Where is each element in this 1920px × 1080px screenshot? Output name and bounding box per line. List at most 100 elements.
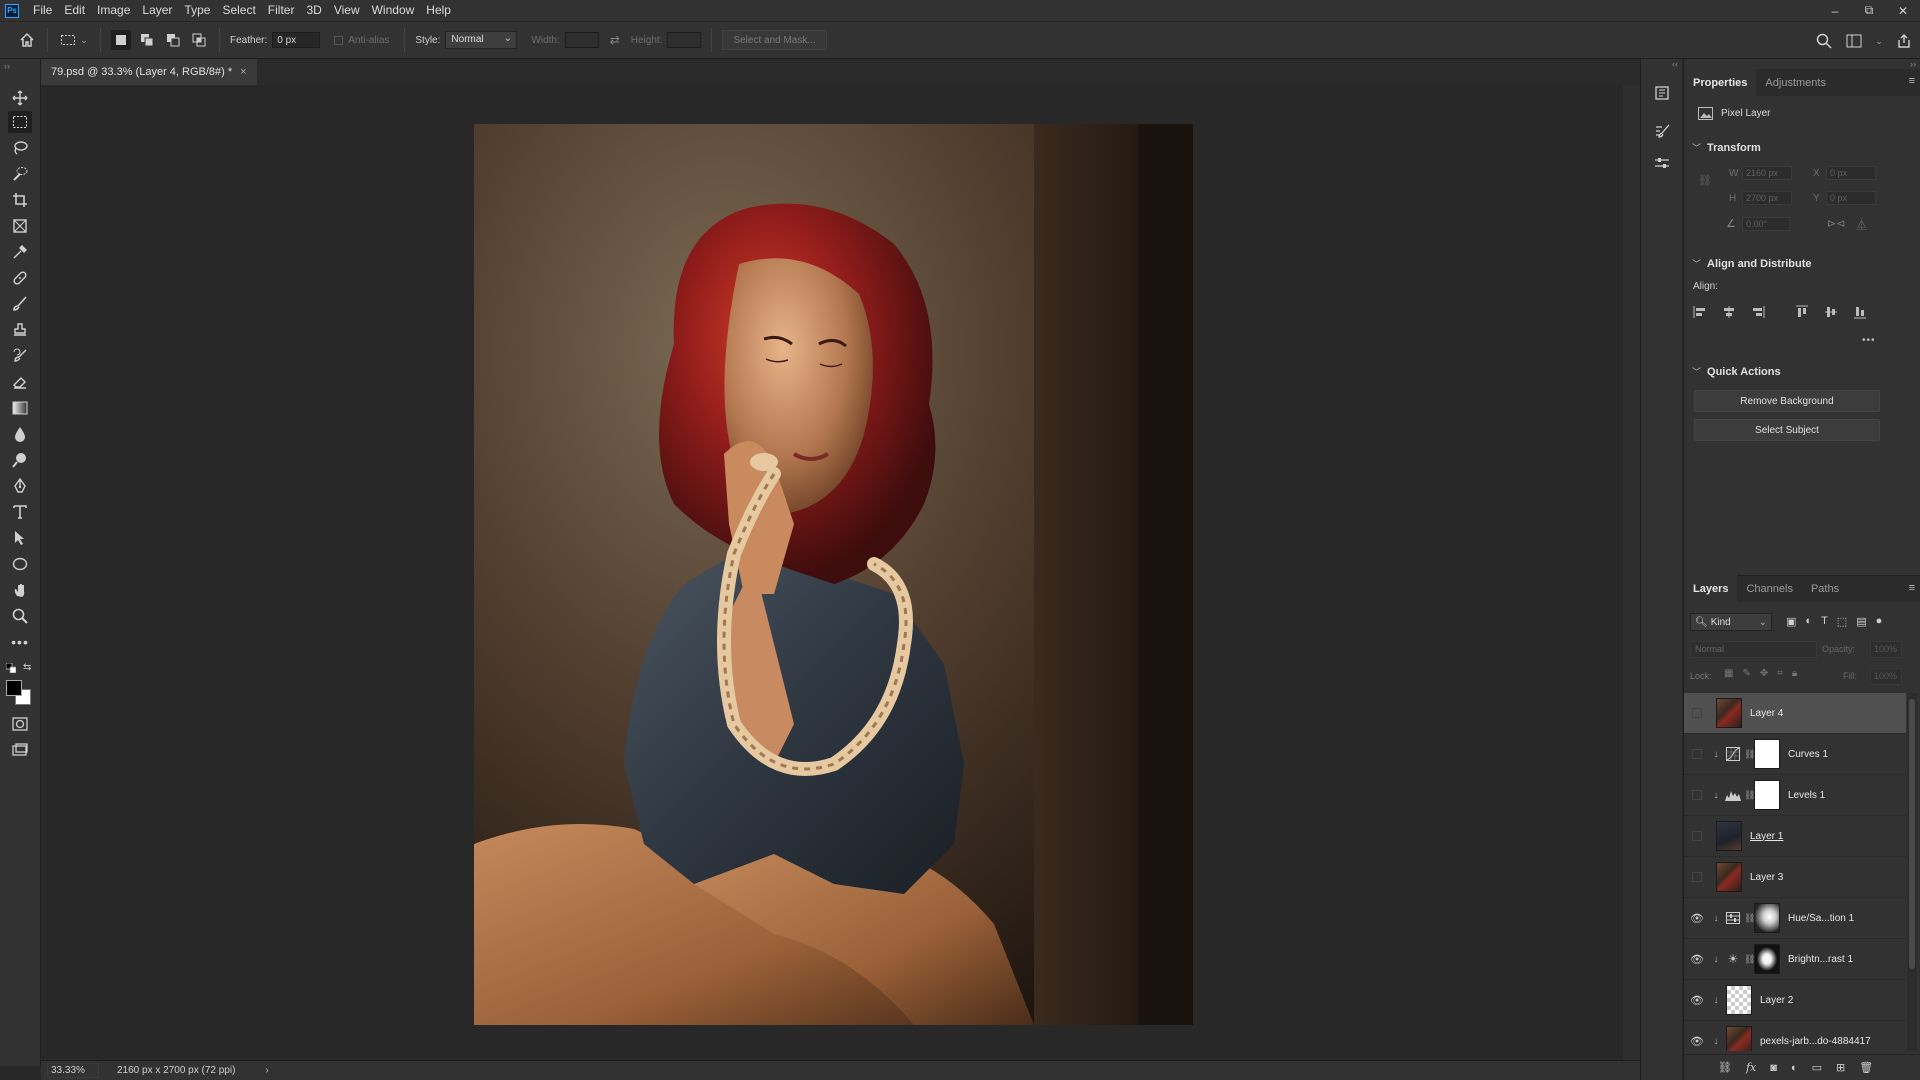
select-and-mask-button[interactable]: Select and Mask... — [722, 30, 827, 50]
align-vertical-center-icon[interactable] — [1823, 304, 1839, 320]
link-icon[interactable]: ⛓ — [1744, 954, 1755, 965]
layer-mask-thumbnail[interactable] — [1754, 903, 1780, 933]
lock-image-pixels-icon[interactable]: ✎ — [1742, 668, 1750, 679]
panel-menu-icon[interactable]: ≡ — [1909, 75, 1915, 87]
style-select[interactable]: Normal — [445, 31, 518, 49]
layer-name[interactable]: Layer 1 — [1750, 831, 1783, 842]
link-icon[interactable]: ⛓ — [1698, 174, 1712, 187]
status-menu-arrow[interactable]: › — [265, 1065, 268, 1076]
blend-mode-select[interactable]: Normal — [1690, 641, 1817, 658]
filter-shape-icon[interactable]: ⬚ — [1837, 615, 1847, 628]
share-icon[interactable] — [1894, 31, 1914, 51]
screen-mode-icon[interactable] — [8, 739, 32, 761]
layer-row-levels-1[interactable]: ↓ ⛓ Levels 1 — [1684, 775, 1906, 816]
rectangular-marquee-tool-icon[interactable] — [8, 111, 32, 133]
layer-row-curves-1[interactable]: ↓ ⛓ Curves 1 — [1684, 734, 1906, 775]
menu-type[interactable]: Type — [178, 0, 216, 21]
layer-name[interactable]: pexels-jarb...do-4884417 — [1760, 1036, 1871, 1047]
marquee-preset-icon[interactable] — [58, 30, 78, 50]
visibility-toggle[interactable] — [1684, 775, 1710, 816]
gradient-tool-icon[interactable] — [8, 397, 32, 419]
menu-select[interactable]: Select — [216, 0, 261, 21]
quick-selection-tool-icon[interactable] — [8, 163, 32, 185]
flip-vertical-icon[interactable]: ⏅ — [1856, 216, 1867, 232]
layer-mask-thumbnail[interactable] — [1754, 780, 1780, 810]
foreground-color-swatch[interactable] — [6, 680, 22, 696]
zoom-level[interactable]: 33.33% — [47, 1063, 99, 1078]
layer-name[interactable]: Layer 3 — [1750, 872, 1783, 883]
lock-position-icon[interactable]: ✥ — [1760, 668, 1768, 679]
search-icon[interactable] — [1814, 31, 1834, 51]
default-colors-icon[interactable] — [5, 662, 17, 674]
link-icon[interactable]: ⛓ — [1744, 790, 1755, 801]
subtract-from-selection-icon[interactable] — [163, 30, 183, 50]
layer-row-pexels[interactable]: 👁︎ ↓ pexels-jarb...do-4884417 — [1684, 1021, 1906, 1051]
menu-3d[interactable]: 3D — [300, 0, 327, 21]
transform-section-header[interactable]: ﹀ Transform — [1692, 141, 1761, 154]
layer-row-layer-3[interactable]: Layer 3 — [1684, 857, 1906, 898]
dodge-tool-icon[interactable] — [8, 449, 32, 471]
flip-horizontal-icon[interactable]: ⊳⊲ — [1827, 217, 1845, 230]
fx-icon[interactable]: fx — [1746, 1061, 1756, 1074]
new-selection-icon[interactable] — [111, 30, 131, 50]
layer-row-hue-saturation-1[interactable]: 👁︎ ↓ ⛓ Hue/Sa...tion 1 — [1684, 898, 1906, 939]
lock-artboard-icon[interactable]: ⌗ — [1777, 668, 1783, 679]
collapse-arrows-icon[interactable]: ›› — [4, 61, 10, 71]
panel-menu-icon[interactable]: ≡ — [1909, 582, 1915, 594]
collapse-arrows-icon[interactable]: ›› — [1910, 59, 1916, 69]
filter-adjustment-icon[interactable]: ◐ — [1805, 615, 1812, 628]
visibility-toggle[interactable] — [1684, 693, 1710, 734]
align-right-icon[interactable] — [1750, 304, 1766, 320]
layer-name[interactable]: Layer 4 — [1750, 708, 1783, 719]
layer-row-brightness-contrast-1[interactable]: 👁︎ ↓ ☀ ⛓ Brightn...rast 1 — [1684, 939, 1906, 980]
link-layers-icon[interactable]: ⛓ — [1718, 1061, 1732, 1074]
layer-name[interactable]: Brightn...rast 1 — [1788, 954, 1853, 965]
tab-adjustments[interactable]: Adjustments — [1756, 69, 1835, 96]
tab-properties[interactable]: Properties — [1684, 69, 1757, 96]
minimize-button[interactable]: – — [1818, 0, 1852, 21]
clone-stamp-tool-icon[interactable] — [8, 319, 32, 341]
transform-height-field[interactable] — [1742, 191, 1792, 205]
visibility-toggle[interactable] — [1684, 816, 1710, 857]
menu-file[interactable]: File — [27, 0, 58, 21]
align-section-header[interactable]: ﹀ Align and Distribute — [1692, 257, 1812, 270]
filter-pixel-icon[interactable]: ▣ — [1786, 615, 1796, 628]
filter-type-icon[interactable]: T — [1821, 615, 1828, 628]
menu-filter[interactable]: Filter — [262, 0, 301, 21]
type-tool-icon[interactable] — [8, 501, 32, 523]
eye-icon[interactable]: 👁︎ — [1684, 1021, 1710, 1052]
brush-settings-icon[interactable] — [1652, 121, 1672, 141]
layer-mask-thumbnail[interactable] — [1754, 739, 1780, 769]
crop-tool-icon[interactable] — [8, 189, 32, 211]
vertical-scrollbar[interactable] — [1623, 85, 1640, 1060]
close-icon[interactable]: × — [240, 66, 246, 78]
link-icon[interactable]: ⛓ — [1744, 913, 1755, 924]
menu-view[interactable]: View — [328, 0, 366, 21]
document-tab[interactable]: 79.psd @ 33.3% (Layer 4, RGB/8#) * × — [41, 59, 257, 85]
ellipse-tool-icon[interactable] — [8, 553, 32, 575]
align-left-icon[interactable] — [1692, 304, 1708, 320]
layer-filter-select[interactable]: 🔍︎ Kind ⌄ — [1690, 613, 1772, 631]
swap-dimensions-icon[interactable]: ⇄ — [605, 30, 625, 50]
fill-field[interactable]: 100% — [1870, 668, 1902, 685]
tab-layers[interactable]: Layers — [1684, 575, 1738, 602]
pen-tool-icon[interactable] — [8, 475, 32, 497]
opacity-field[interactable]: 100% — [1870, 641, 1902, 658]
tab-paths[interactable]: Paths — [1802, 575, 1848, 602]
hand-tool-icon[interactable] — [8, 579, 32, 601]
height-input[interactable] — [667, 32, 702, 48]
new-adjustment-layer-icon[interactable]: ◐ — [1791, 1062, 1798, 1074]
width-input[interactable] — [564, 32, 599, 48]
layer-row-layer-2[interactable]: 👁︎ ↓ Layer 2 — [1684, 980, 1906, 1021]
eyedropper-tool-icon[interactable] — [8, 241, 32, 263]
eye-icon[interactable]: 👁︎ — [1684, 939, 1710, 980]
select-subject-button[interactable]: Select Subject — [1694, 419, 1880, 441]
zoom-tool-icon[interactable] — [8, 605, 32, 627]
menu-help[interactable]: Help — [420, 0, 457, 21]
layer-name[interactable]: Hue/Sa...tion 1 — [1788, 913, 1854, 924]
lock-transparent-pixels-icon[interactable]: ▦ — [1724, 668, 1733, 679]
history-panel-icon[interactable] — [1652, 83, 1672, 103]
healing-brush-tool-icon[interactable] — [8, 267, 32, 289]
new-group-icon[interactable]: ▭ — [1812, 1061, 1822, 1074]
transform-y-field[interactable] — [1826, 191, 1876, 205]
